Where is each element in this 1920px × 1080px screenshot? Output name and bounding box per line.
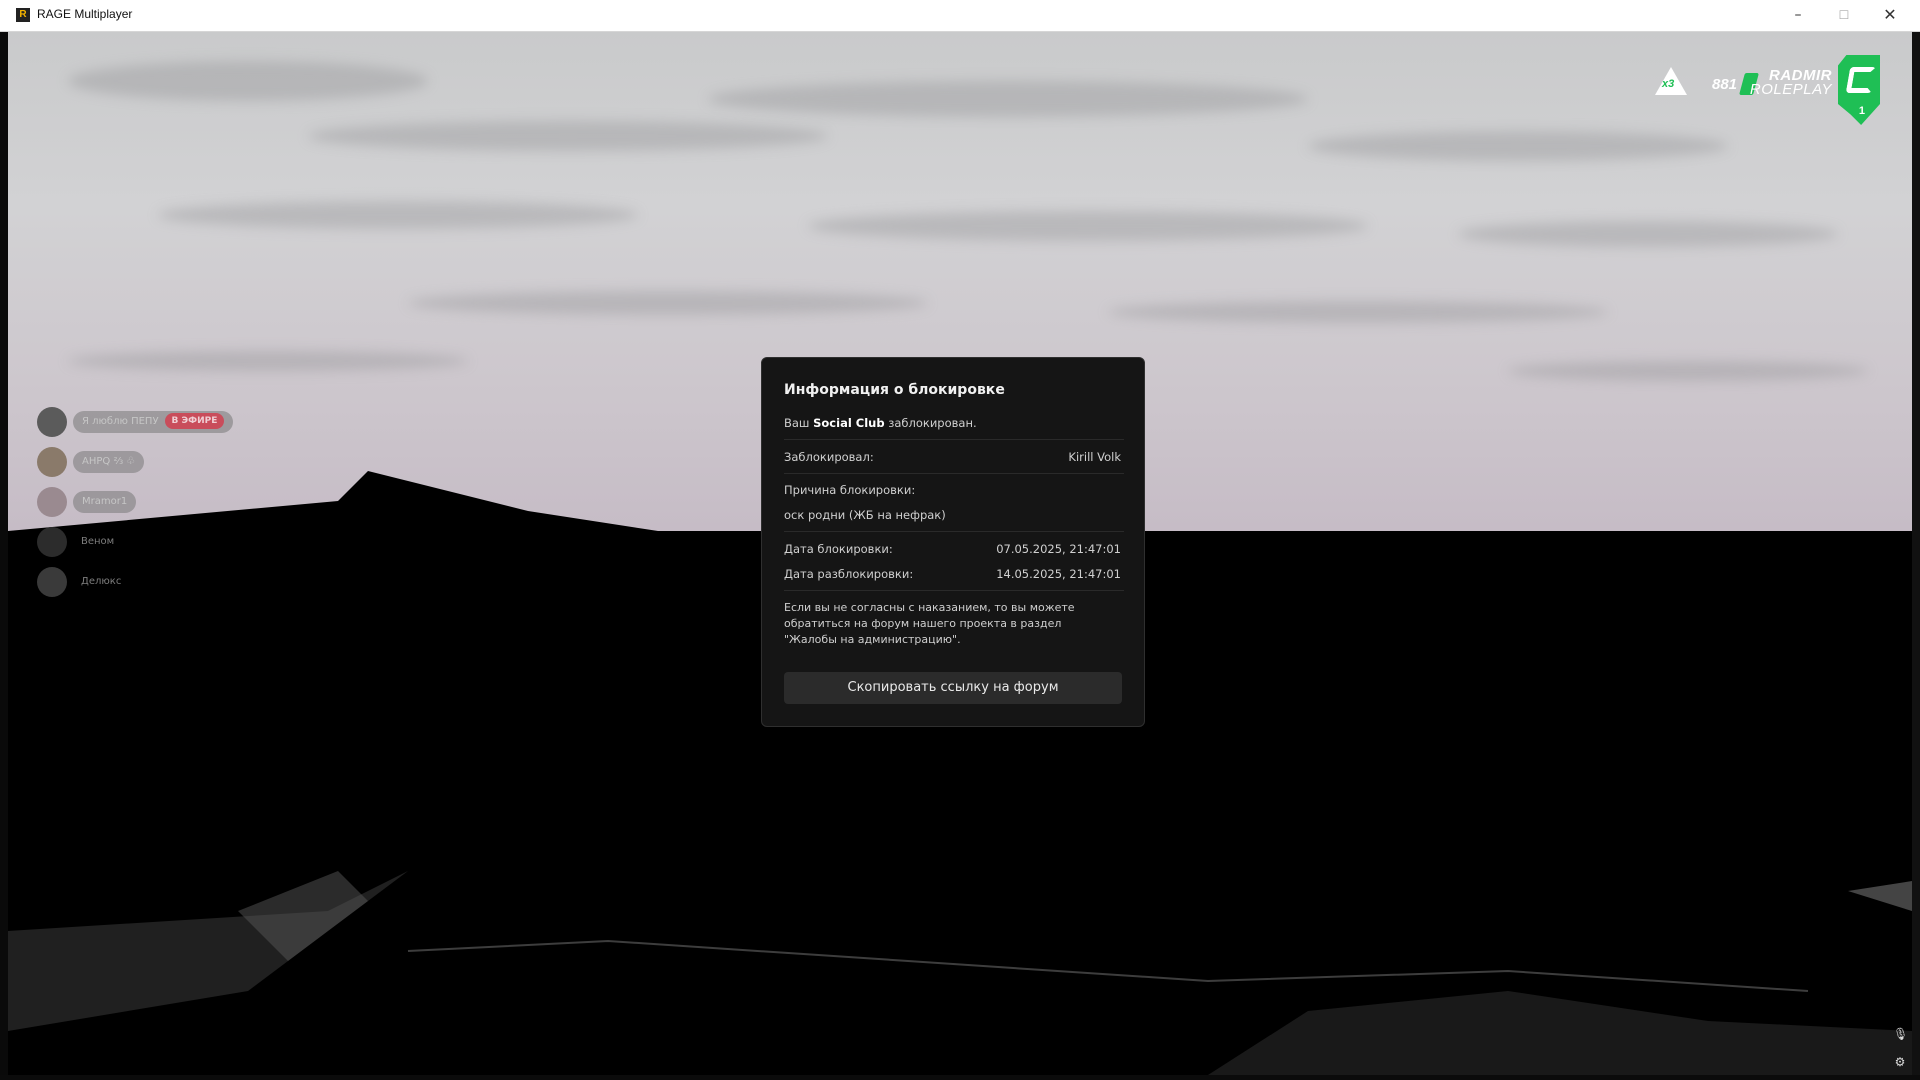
voice-user-name: Веном	[81, 536, 115, 547]
desktop-left-edge	[0, 31, 8, 1080]
ban-info-dialog: Информация о блокировке Ваш Social Club …	[761, 357, 1145, 727]
emblem-glyph-icon	[1845, 67, 1877, 93]
ban-intro-post: заблокирован.	[884, 416, 977, 430]
window-titlebar: R RAGE Multiplayer – ☐ ✕	[0, 0, 1920, 32]
divider	[784, 473, 1124, 474]
minimize-button[interactable]: –	[1775, 0, 1821, 31]
voice-user-name: АНРQ ⅔ ♧	[82, 456, 136, 467]
avatar	[37, 487, 67, 517]
voice-user-name: Я люблю ПЕПУ	[82, 416, 159, 427]
taskbar-strip	[0, 1075, 1920, 1080]
divider	[784, 439, 1124, 440]
ban-intro-social-club: Social Club	[813, 416, 885, 430]
voice-user-name: Делюкс	[81, 576, 122, 587]
server-hud: x3 881 RADMIR ROLEPLAY 1	[1650, 55, 1890, 145]
brand-subtitle: ROLEPLAY	[1749, 81, 1832, 98]
divider	[784, 531, 1124, 532]
reason-value: оск родни (ЖБ на нефрак)	[784, 508, 946, 522]
blocked-by-label: Заблокировал:	[784, 450, 874, 464]
online-count: 881	[1712, 76, 1738, 93]
voice-user-row: АНРQ ⅔ ♧	[37, 445, 317, 485]
ban-intro-pre: Ваш	[784, 416, 814, 430]
copy-forum-link-button[interactable]: Скопировать ссылку на форум	[784, 672, 1122, 704]
voice-user-row: Веном	[37, 525, 317, 565]
desktop-right-edge	[1912, 31, 1920, 1080]
unblock-date-label: Дата разблокировки:	[784, 567, 914, 581]
voice-user-row: Я люблю ПЕПУ В ЭФИРЕ	[37, 405, 317, 445]
avatar	[37, 567, 67, 597]
voice-chat-list: Я люблю ПЕПУ В ЭФИРЕ АНРQ ⅔ ♧ Mramor1 Вен…	[37, 405, 317, 605]
settings-icon[interactable]: ⚙	[1893, 1055, 1907, 1069]
block-date-value: 07.05.2025, 21:47:01	[996, 542, 1121, 556]
close-button[interactable]: ✕	[1867, 0, 1913, 31]
maximize-button[interactable]: ☐	[1821, 0, 1867, 31]
on-air-badge: В ЭФИРЕ	[164, 413, 225, 429]
server-number: 1	[1858, 105, 1865, 117]
unblock-date-value: 14.05.2025, 21:47:01	[996, 567, 1121, 581]
appeal-note: Если вы не согласны с наказанием, то вы …	[784, 600, 1104, 648]
avatar	[37, 407, 67, 437]
blocked-by-value: Kirill Volk	[1068, 450, 1121, 464]
voice-user-pill: Mramor1	[73, 491, 137, 513]
app-logo-icon: R	[16, 8, 30, 22]
ban-intro: Ваш Social Club заблокирован.	[784, 416, 977, 430]
appeal-note-line: обратиться на форум нашего проекта в раз…	[784, 617, 1062, 630]
voice-user-pill: Я люблю ПЕПУ В ЭФИРЕ	[73, 411, 234, 433]
divider	[784, 590, 1124, 591]
multiplier-text: x3	[1662, 78, 1675, 90]
appeal-note-line: Если вы не согласны с наказанием, то вы …	[784, 601, 1075, 614]
window-title: RAGE Multiplayer	[37, 7, 133, 21]
reason-label: Причина блокировки:	[784, 483, 916, 497]
dialog-title: Информация о блокировке	[784, 382, 1005, 398]
voice-user-pill: АНРQ ⅔ ♧	[73, 451, 145, 473]
avatar	[37, 447, 67, 477]
microphone-icon[interactable]: 🎙	[1893, 1027, 1908, 1041]
block-date-label: Дата блокировки:	[784, 542, 893, 556]
voice-user-row: Делюкс	[37, 565, 317, 605]
avatar	[37, 527, 67, 557]
appeal-note-line: "Жалобы на администрацию".	[784, 633, 961, 646]
voice-user-row: Mramor1	[37, 485, 317, 525]
voice-user-name: Mramor1	[82, 496, 128, 507]
